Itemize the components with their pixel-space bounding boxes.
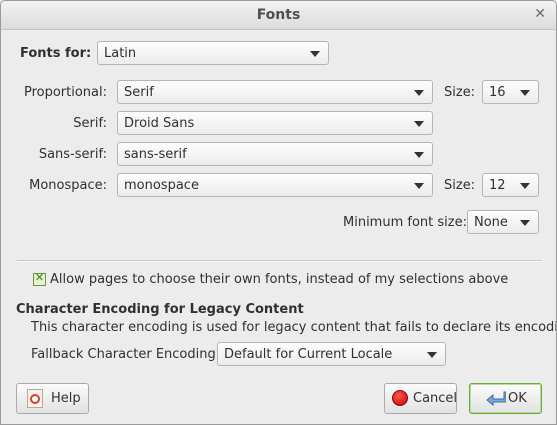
serif-dropdown[interactable]: Droid Sans [117,111,433,135]
serif-label: Serif: [73,116,107,131]
help-button[interactable]: Help [16,383,89,414]
ok-button[interactable]: OK [469,383,542,414]
encoding-heading: Character Encoding for Legacy Content [16,302,304,317]
monospace-size-value: 12 [489,178,506,193]
cancel-icon [392,390,408,406]
chevron-down-icon [414,121,424,127]
allow-pages-checkbox[interactable]: ✕ [33,271,46,286]
proportional-value: Serif [124,85,154,100]
ok-button-label: OK [508,391,527,406]
monospace-label: Monospace: [29,178,107,193]
allow-pages-label[interactable]: Allow pages to choose their own fonts, i… [50,272,508,287]
proportional-label: Proportional: [23,85,107,100]
close-icon[interactable]: ✕ [534,6,546,22]
serif-value: Droid Sans [124,116,195,131]
fallback-encoding-label: Fallback Character Encoding: [31,347,221,362]
minimum-font-size-label: Minimum font size: [343,215,467,230]
chevron-down-icon [520,183,530,189]
help-button-label: Help [51,391,81,406]
cancel-button-label: Cancel [413,391,458,406]
cancel-button[interactable]: Cancel [384,383,457,414]
ok-icon [486,391,506,406]
proportional-size-label: Size: [444,85,476,100]
chevron-down-icon [310,51,320,57]
chevron-down-icon [427,352,437,358]
proportional-dropdown[interactable]: Serif [117,80,433,104]
fallback-encoding-value: Default for Current Locale [224,347,393,362]
monospace-size-dropdown[interactable]: 12 [482,173,539,197]
sans-serif-value: sans-serif [124,147,187,162]
chevron-down-icon [520,90,530,96]
proportional-size-value: 16 [489,85,506,100]
chevron-down-icon [414,90,424,96]
sans-serif-dropdown[interactable]: sans-serif [117,142,433,166]
minimum-font-size-dropdown[interactable]: None [467,210,539,234]
sans-serif-label: Sans-serif: [38,147,107,162]
encoding-description: This character encoding is used for lega… [31,320,557,335]
fonts-for-label: Fonts for: [20,46,92,61]
fonts-for-dropdown[interactable]: Latin [97,41,329,65]
proportional-size-dropdown[interactable]: 16 [482,80,539,104]
chevron-down-icon [414,183,424,189]
window-title: Fonts [256,7,301,23]
checkmark-icon: ✕ [34,271,45,284]
fonts-for-value: Latin [104,46,137,61]
monospace-dropdown[interactable]: monospace [117,173,433,197]
separator [17,260,542,262]
help-icon [27,389,43,408]
title-bar: Fonts ✕ [1,1,556,30]
monospace-value: monospace [124,178,199,193]
fonts-dialog: Fonts ✕ Fonts for: Latin Proportional: S… [0,0,557,425]
chevron-down-icon [414,152,424,158]
fallback-encoding-dropdown[interactable]: Default for Current Locale [217,342,446,366]
monospace-size-label: Size: [444,178,476,193]
chevron-down-icon [520,220,530,226]
minimum-font-size-value: None [474,215,508,230]
